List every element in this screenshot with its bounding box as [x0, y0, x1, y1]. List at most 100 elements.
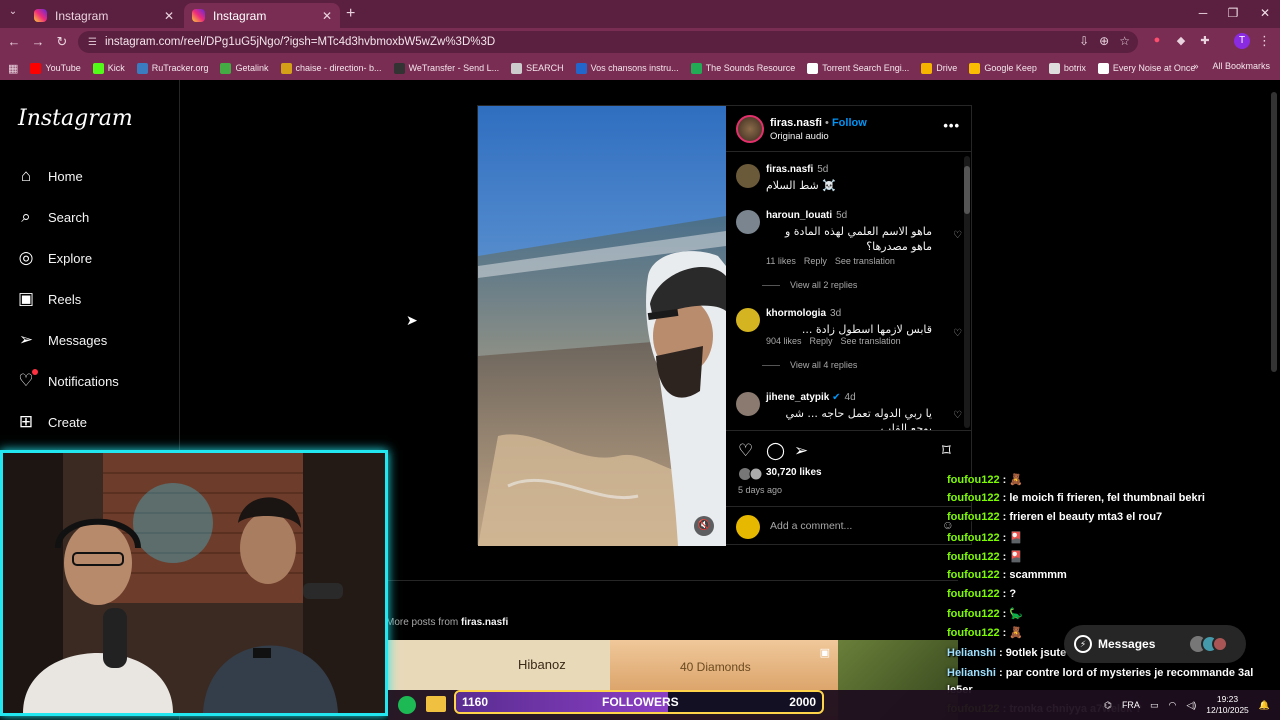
address-bar[interactable]: ☰ instagram.com/reel/DPg1uG5jNgo/?igsh=M…: [78, 31, 1138, 53]
reply-button[interactable]: Reply: [804, 256, 827, 266]
messages-pill[interactable]: ⚡ Messages: [1064, 625, 1246, 663]
bookmark-item[interactable]: Kick: [92, 62, 125, 74]
chat-username[interactable]: foufou122: [947, 608, 1000, 620]
chat-username[interactable]: foufou122: [947, 532, 1000, 544]
commenter-avatar[interactable]: [736, 308, 760, 332]
view-replies-button[interactable]: View all 2 replies: [790, 280, 857, 290]
nav-item-home[interactable]: ⌂ Home: [16, 166, 83, 186]
chat-username[interactable]: foufou122: [947, 474, 1000, 486]
comment-likes[interactable]: 11 likes: [766, 256, 796, 266]
file-explorer-icon[interactable]: [426, 696, 446, 712]
chat-username[interactable]: foufou122: [947, 511, 1000, 523]
bookmark-item[interactable]: SEARCH: [511, 62, 564, 74]
extensions-puzzle-icon[interactable]: ✚: [1198, 34, 1212, 48]
nav-item-notifications[interactable]: ♡ Notifications: [16, 369, 119, 391]
see-translation-button[interactable]: See translation: [841, 336, 901, 346]
bookmark-item[interactable]: Getalink: [220, 62, 269, 74]
forward-button[interactable]: →: [28, 34, 48, 49]
bookmark-item[interactable]: The Sounds Resource: [690, 62, 795, 74]
extension-icon[interactable]: ◆: [1174, 34, 1188, 48]
bookmark-item[interactable]: YouTube: [30, 62, 81, 74]
bookmark-item[interactable]: chaise - direction- b...: [280, 62, 382, 74]
bookmark-item[interactable]: WeTransfer - Send L...: [393, 62, 499, 74]
new-tab-button[interactable]: +: [346, 5, 355, 23]
commenter-avatar[interactable]: [736, 392, 760, 416]
extension-icon[interactable]: ●: [1150, 34, 1164, 48]
nav-item-explore[interactable]: ◎ Explore: [16, 248, 93, 268]
chat-username[interactable]: foufou122: [947, 569, 1000, 581]
close-tab-icon[interactable]: ✕: [322, 9, 332, 23]
browser-menu-icon[interactable]: ⋮: [1258, 33, 1271, 49]
reply-button[interactable]: Reply: [810, 336, 833, 346]
chat-username[interactable]: foufou122: [947, 551, 1000, 563]
nav-item-search[interactable]: ⌕ Search: [16, 207, 89, 227]
mute-icon[interactable]: 🔇: [694, 516, 714, 536]
share-send-icon[interactable]: ➢: [794, 441, 808, 461]
comment-like-icon[interactable]: ♡: [953, 230, 962, 241]
browser-tab-2-active[interactable]: Instagram ✕: [184, 3, 340, 28]
install-app-icon[interactable]: ⇩: [1079, 34, 1089, 48]
restore-button[interactable]: ❐: [1218, 6, 1248, 20]
profile-avatar[interactable]: T: [1234, 33, 1250, 49]
comment-likes[interactable]: 904 likes: [766, 336, 802, 346]
view-replies-button[interactable]: View all 4 replies: [790, 360, 857, 370]
bookmark-item[interactable]: Google Keep: [969, 62, 1037, 74]
spotify-icon[interactable]: [398, 696, 416, 714]
display-icon[interactable]: ▭: [1150, 700, 1159, 711]
chat-username[interactable]: Helianshi: [947, 647, 996, 659]
more-bookmarks-icon[interactable]: »: [1193, 61, 1198, 71]
bookmark-item[interactable]: botrix: [1048, 62, 1086, 74]
all-bookmarks-folder[interactable]: All Bookmarks: [1212, 61, 1270, 71]
nav-item-create[interactable]: ⊞ Create: [16, 412, 87, 432]
commenter-avatar[interactable]: [736, 164, 760, 188]
instagram-logo[interactable]: Instagram: [18, 106, 133, 131]
apps-grid-icon[interactable]: ▦: [8, 62, 18, 75]
page-scrollbar[interactable]: [1271, 92, 1277, 372]
tab-search-button[interactable]: ⌄: [4, 6, 22, 22]
wifi-icon[interactable]: ◠: [1168, 700, 1176, 711]
commenter-avatar[interactable]: [736, 210, 760, 234]
comment-bubble-icon[interactable]: ◯: [766, 441, 785, 461]
reload-button[interactable]: ↻: [52, 34, 72, 50]
nav-item-reels[interactable]: ▣ Reels: [16, 289, 81, 309]
comment-like-icon[interactable]: ♡: [953, 328, 962, 339]
bookmark-item[interactable]: Torrent Search Engi...: [807, 62, 909, 74]
minimize-button[interactable]: ─: [1188, 6, 1218, 20]
bookmark-item[interactable]: Every Noise at Once: [1097, 62, 1195, 74]
author-username[interactable]: firas.nasfi: [770, 117, 822, 129]
author-avatar[interactable]: [736, 115, 764, 143]
chat-username[interactable]: foufou122: [947, 492, 1000, 504]
bookmark-item[interactable]: RuTracker.org: [136, 62, 208, 74]
close-tab-icon[interactable]: ✕: [164, 9, 174, 23]
comments-list[interactable]: firas.nasfi 5d شط السلام ☠️ haroun_louati 5d…: [726, 152, 972, 430]
save-bookmark-icon[interactable]: ⌑: [942, 441, 951, 461]
notification-bell-icon[interactable]: 🔔: [1259, 700, 1270, 711]
reel-video[interactable]: 🔇: [478, 106, 726, 546]
audio-label[interactable]: Original audio: [770, 131, 829, 142]
network-icon[interactable]: ⌬: [1104, 700, 1112, 711]
scrollbar-thumb[interactable]: [964, 166, 970, 214]
site-info-icon[interactable]: ☰: [88, 37, 97, 48]
comment-like-icon[interactable]: ♡: [953, 410, 962, 421]
follow-button[interactable]: Follow: [832, 117, 867, 129]
clock[interactable]: 19:23 12/10/2025: [1206, 694, 1249, 716]
comments-scrollbar[interactable]: [964, 156, 970, 428]
back-button[interactable]: ←: [4, 34, 24, 49]
comment-username[interactable]: jihene_atypik: [766, 392, 829, 403]
comment-username[interactable]: haroun_louati: [766, 210, 832, 221]
chat-username[interactable]: foufou122: [947, 627, 1000, 639]
bookmark-item[interactable]: Vos chansons instru...: [575, 62, 679, 74]
bookmark-star-icon[interactable]: ☆: [1119, 34, 1130, 48]
language-indicator[interactable]: FRA: [1122, 700, 1140, 710]
like-heart-icon[interactable]: ♡: [738, 441, 753, 461]
add-comment-input[interactable]: Add a comment...: [770, 520, 852, 532]
comment-username[interactable]: firas.nasfi: [766, 164, 813, 175]
comment-username[interactable]: khormologia: [766, 308, 826, 319]
likes-count[interactable]: 30,720 likes: [766, 467, 822, 478]
browser-tab-1[interactable]: Instagram ✕: [26, 3, 182, 28]
bookmark-item[interactable]: Drive: [921, 62, 957, 74]
close-window-button[interactable]: ✕: [1250, 6, 1280, 20]
volume-icon[interactable]: ◁): [1186, 700, 1196, 711]
see-translation-button[interactable]: See translation: [835, 256, 895, 266]
chat-username[interactable]: Helianshi: [947, 667, 996, 679]
